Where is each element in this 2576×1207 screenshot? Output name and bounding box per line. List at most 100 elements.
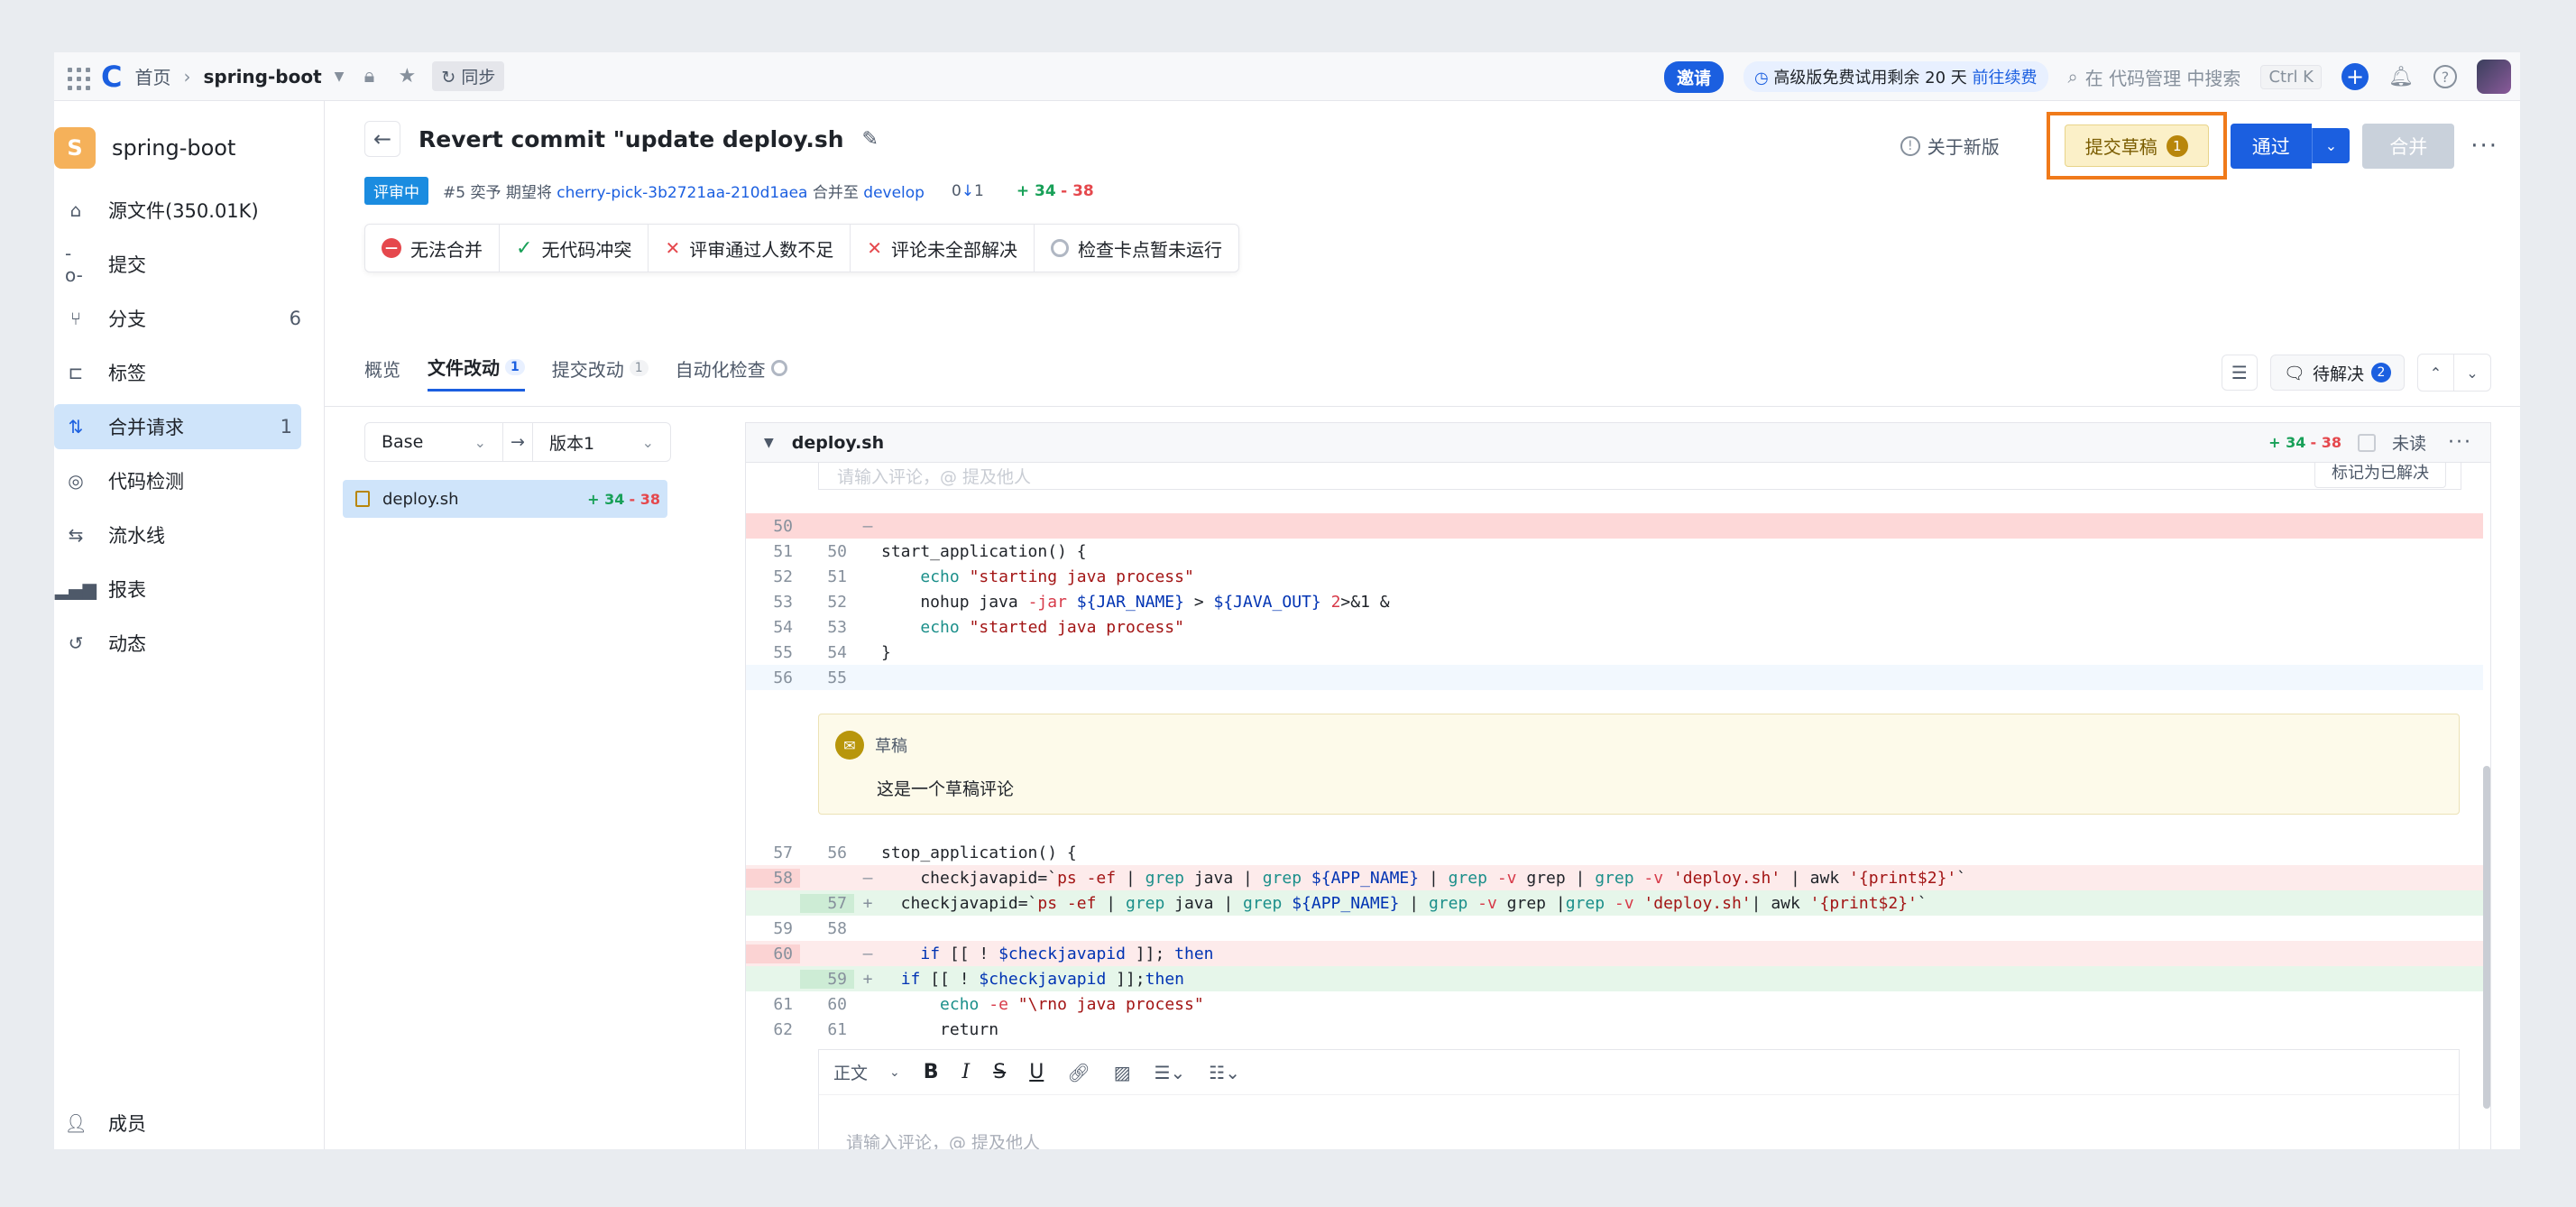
notification-bell-icon[interactable]: 🔔︎ [2388, 64, 2414, 89]
diff-line[interactable]: 52 51 echo "starting java process" [746, 564, 2483, 589]
chevron-down-icon: ⌄ [889, 1064, 900, 1080]
home-file-icon: ⌂ [69, 199, 82, 221]
diff-line[interactable]: 56 55 [746, 665, 2483, 690]
invite-button[interactable]: 邀请 [1663, 60, 1724, 93]
diff-file-name[interactable]: deploy.sh [792, 433, 884, 453]
repo-dropdown-icon[interactable]: ▼ [335, 69, 345, 84]
sidebar-item-pipelines[interactable]: ⇆ 流水线 [54, 512, 301, 557]
sync-icon: ↻ [441, 68, 462, 88]
diff-line[interactable]: 57 + checkjavapid=`ps -ef | grep java | g… [746, 890, 2483, 916]
sidebar-item-merge-requests[interactable]: ⇅ 合并请求 1 [54, 404, 301, 449]
check-no-conflict[interactable]: ✓ 无代码冲突 [500, 224, 649, 272]
sidebar-item-activity[interactable]: ↺ 动态 [54, 621, 301, 666]
sidebar-item-code-scan[interactable]: ◎ 代码检测 [54, 458, 301, 503]
sidebar-item-tags[interactable]: ⊏ 标签 [54, 350, 301, 395]
base-version-select[interactable]: Base ⌄ [365, 432, 502, 452]
merge-button[interactable]: 合并 [2362, 123, 2455, 169]
edit-icon[interactable]: ✎ [862, 128, 879, 151]
sidebar-item-commits[interactable]: -o- 提交 [54, 242, 301, 287]
tab-label: 自动化检查 [675, 358, 766, 381]
editor-placeholder[interactable]: 请输入评论，@ 提及他人 [846, 1129, 1040, 1149]
underline-icon[interactable]: U [1029, 1061, 1044, 1083]
image-icon[interactable]: ▨ [1114, 1062, 1131, 1083]
tab-label: 概览 [364, 358, 400, 381]
sidebar-item-branches[interactable]: ⑂ 分支 6 [54, 296, 301, 341]
approve-button[interactable]: 通过 [2230, 123, 2312, 169]
chevron-down-icon: ⌄ [641, 433, 655, 451]
apps-grid-icon[interactable] [65, 65, 90, 90]
check-gates[interactable]: 检查卡点暂未运行 [1035, 224, 1238, 272]
bullet-list-icon[interactable]: ☰⌄ [1155, 1062, 1186, 1083]
sidebar-item-members[interactable]: 👤︎ 成员 [54, 1101, 301, 1146]
file-more-options-icon[interactable]: ··· [2448, 431, 2472, 454]
diff-line[interactable]: 59 58 [746, 916, 2483, 941]
diff-scrollbar[interactable] [2483, 766, 2490, 1109]
diff-deletions: - 38 [2310, 434, 2341, 451]
about-new-version-link[interactable]: ! 关于新版 [1900, 133, 2000, 159]
deletions-count: - 38 [1061, 181, 1094, 200]
sidebar-item-files[interactable]: ⌂ 源文件(350.01K) [54, 188, 301, 233]
collapse-caret-icon[interactable]: ▼ [764, 436, 774, 450]
text-format-select[interactable]: 正文 ⌄ [833, 1060, 900, 1084]
commit-icon: -o- [65, 243, 83, 286]
link-icon[interactable]: 🔗︎ [1067, 1062, 1090, 1083]
target-branch-link[interactable]: develop [863, 184, 925, 202]
bold-icon[interactable]: B [924, 1061, 939, 1083]
arrow-right-icon: → [502, 422, 533, 462]
logo-icon[interactable]: C [101, 62, 122, 91]
tab-auto-checks[interactable]: 自动化检查 [676, 354, 787, 392]
strikethrough-icon[interactable]: S [993, 1061, 1006, 1083]
back-arrow-icon[interactable]: ← [364, 121, 400, 157]
check-comments[interactable]: ✕ 评论未全部解决 [851, 224, 1035, 272]
source-branch-link[interactable]: cherry-pick-3b2721aa-210d1aea [557, 184, 807, 202]
italic-icon[interactable]: I [962, 1061, 971, 1083]
breadcrumb-repo[interactable]: spring-boot [203, 66, 321, 88]
check-cannot-merge[interactable]: — 无法合并 [365, 224, 500, 272]
target-version-select[interactable]: 版本1 ⌄ [533, 430, 670, 455]
main-content: ← Revert commit "update deploy.sh ✎ 评审中 … [325, 101, 2520, 1149]
mark-resolved-button[interactable]: 标记为已解决 [2314, 463, 2446, 488]
create-plus-icon[interactable]: + [2341, 63, 2369, 90]
tab-file-changes[interactable]: 文件改动 1 [428, 354, 525, 392]
approve-dropdown-chevron-icon[interactable]: ⌄ [2311, 128, 2351, 163]
diff-line[interactable]: 60 — if [[ ! $checkjavapid ]]; then [746, 941, 2483, 966]
help-icon[interactable]: ? [2433, 65, 2457, 88]
collapsed-comment-input[interactable]: 请输入评论，@ 提及他人 标记为已解决 [818, 463, 2461, 490]
settings-sliders-icon[interactable]: ☰ [2221, 355, 2258, 391]
diff-line[interactable]: 55 54} [746, 640, 2483, 665]
diff-line[interactable]: 59 + if [[ ! $checkjavapid ]];then [746, 966, 2483, 991]
diff-line[interactable]: 53 52 nohup java -jar ${JAR_NAME} > ${JAV… [746, 589, 2483, 614]
breadcrumb-home[interactable]: 首页 [134, 63, 170, 89]
diff-line[interactable]: 54 53 echo "started java process" [746, 614, 2483, 640]
numbered-list-icon[interactable]: ☷⌄ [1209, 1062, 1240, 1083]
file-tree-item[interactable]: deploy.sh + 34 - 38 [343, 480, 667, 518]
version-compare-bar: Base ⌄ → 版本1 ⌄ [364, 422, 671, 462]
new-line-number: 53 [827, 617, 847, 637]
sync-button[interactable]: ↻ 同步 [432, 61, 505, 91]
draft-comment-card[interactable]: ✉ 草稿 这是一个草稿评论 [818, 714, 2460, 815]
diff-line[interactable]: 61 60 echo -e "\rno java process" [746, 991, 2483, 1017]
tab-commit-changes[interactable]: 提交改动 1 [552, 354, 649, 392]
pending-comments-button[interactable]: 🗨︎ 待解决 2 [2269, 355, 2405, 391]
chevron-up-icon[interactable]: ⌃ [2418, 355, 2454, 391]
sidebar-item-reports[interactable]: ▂▄▆ 报表 [54, 567, 301, 612]
diff-line[interactable]: 58 — checkjavapid=`ps -ef | grep java | g… [746, 865, 2483, 890]
more-options-icon[interactable]: ··· [2470, 133, 2498, 160]
sidebar-repo-header[interactable]: S spring-boot [54, 101, 324, 179]
about-label: 关于新版 [1927, 136, 2000, 158]
diff-line[interactable]: 62 61 return [746, 1017, 2483, 1042]
diff-line[interactable]: 51 50 start_application() { [746, 539, 2483, 564]
check-label: 评论未全部解决 [890, 238, 1017, 261]
star-icon[interactable]: ★ [394, 64, 419, 89]
diff-line[interactable]: 57 56 stop_application() { [746, 840, 2483, 865]
diff-line[interactable]: 50 — [746, 513, 2483, 539]
unread-checkbox[interactable] [2358, 433, 2376, 452]
chevron-down-icon[interactable]: ⌄ [2454, 355, 2490, 391]
tab-overview[interactable]: 概览 [364, 354, 400, 392]
lock-icon[interactable]: 🔒︎ [356, 64, 382, 89]
user-avatar[interactable] [2477, 60, 2511, 94]
renew-link[interactable]: 前往续费 [1973, 69, 2038, 88]
submit-draft-button[interactable]: 提交草稿 1 [2064, 124, 2209, 167]
search-box[interactable]: ⌕ 在 代码管理 中搜索 [2068, 64, 2241, 90]
check-reviewers[interactable]: ✕ 评审通过人数不足 [649, 224, 851, 272]
